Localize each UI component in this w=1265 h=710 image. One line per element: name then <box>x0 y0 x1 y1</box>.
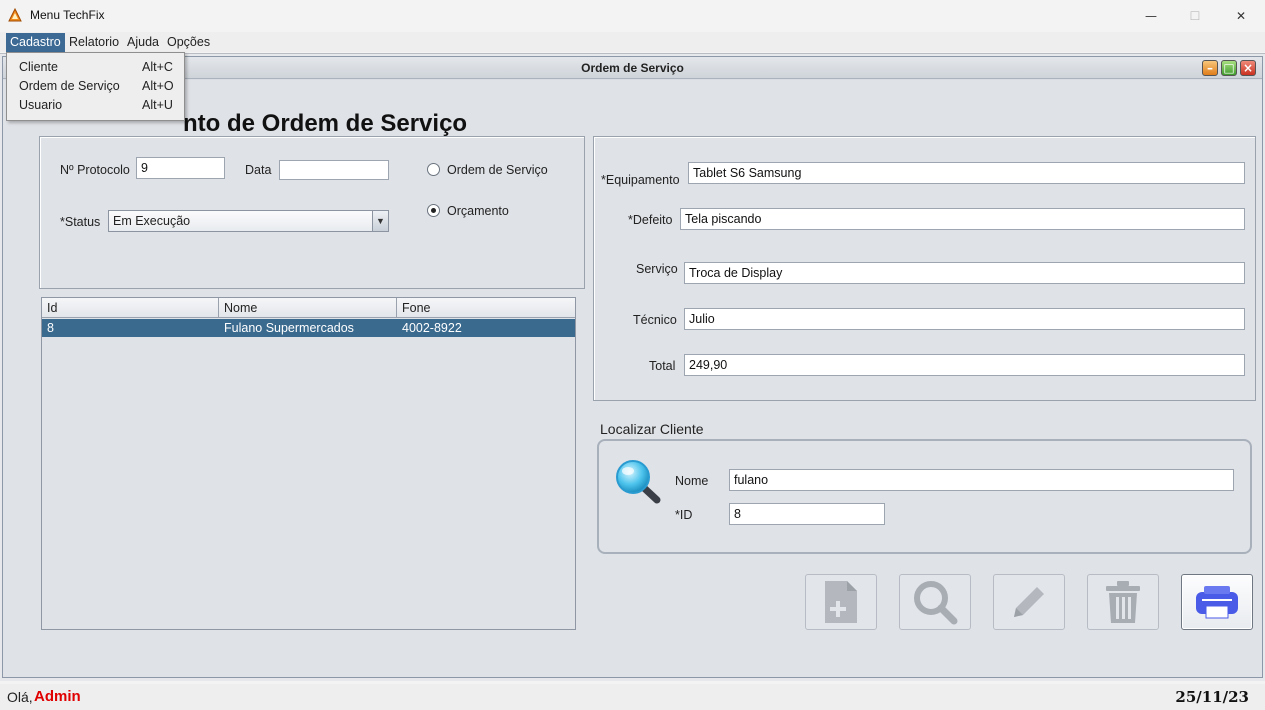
protocol-label: Nº Protocolo <box>60 163 130 177</box>
menu-item-ordem-servico[interactable]: Ordem de Serviço Alt+O <box>7 77 184 96</box>
magnifier-icon <box>616 460 661 504</box>
menu-opcoes[interactable]: Opções <box>163 33 214 52</box>
column-header-id[interactable]: Id <box>42 298 219 318</box>
menu-item-ordem-servico-shortcut: Alt+O <box>142 79 174 93</box>
internal-frame-title: Ordem de Serviço <box>581 61 684 75</box>
internal-frame-ordem-servico: Ordem de Serviço – □ × nto de Ordem de S… <box>2 56 1263 678</box>
search-group-title: Localizar Cliente <box>600 421 704 437</box>
menu-item-cliente-label: Cliente <box>19 60 58 74</box>
frame-minimize-icon: – <box>1207 61 1213 75</box>
frame-maximize-icon: □ <box>1223 61 1235 75</box>
column-header-nome[interactable]: Nome <box>219 298 397 318</box>
tecnico-label: Técnico <box>633 313 677 327</box>
column-header-fone[interactable]: Fone <box>397 298 575 318</box>
defeito-field[interactable]: Tela piscando <box>680 208 1245 230</box>
status-value: Em Execução <box>113 214 191 228</box>
logged-user-name: Admin <box>34 688 81 705</box>
menu-relatorio[interactable]: Relatorio <box>65 33 123 52</box>
table-row[interactable]: 8 Fulano Supermercados 4002-8922 <box>42 319 575 337</box>
minimize-icon: — <box>1145 9 1157 23</box>
frame-close-icon: × <box>1242 61 1254 75</box>
search-icon <box>914 581 958 625</box>
tecnico-field[interactable]: Julio <box>684 308 1245 330</box>
trash-icon <box>1106 581 1140 623</box>
frame-iconify-button[interactable]: – <box>1202 60 1218 76</box>
minimize-button[interactable]: — <box>1128 0 1174 32</box>
search-nome-field[interactable]: fulano <box>729 469 1234 491</box>
search-order-button[interactable] <box>899 574 971 630</box>
search-nome-label: Nome <box>675 474 709 488</box>
order-info-panel: Nº Protocolo 9 Data Ordem de Serviço Orç… <box>39 136 585 289</box>
menubar: Cadastro Relatorio Ajuda Opções <box>0 32 1265 52</box>
date-field[interactable] <box>279 160 389 180</box>
servico-field[interactable]: Troca de Display <box>684 262 1245 284</box>
close-button[interactable]: ✕ <box>1218 0 1264 32</box>
internal-frame-body: nto de Ordem de Serviço Nº Protocolo 9 D… <box>3 80 1262 677</box>
menu-ajuda[interactable]: Ajuda <box>123 33 163 52</box>
frame-maximize-button[interactable]: □ <box>1221 60 1237 76</box>
date-label: Data <box>245 163 272 177</box>
printer-icon <box>1196 586 1238 619</box>
cell-nome: Fulano Supermercados <box>224 321 354 335</box>
servico-label: Serviço <box>636 262 678 276</box>
cadastro-dropdown-menu: Cliente Alt+C Ordem de Serviço Alt+O Usu… <box>6 52 185 121</box>
menu-item-cliente-shortcut: Alt+C <box>142 60 173 74</box>
search-group-box: Nome fulano *ID 8 <box>597 439 1252 554</box>
greeting-text: Olá, <box>7 689 33 705</box>
protocol-field[interactable]: 9 <box>136 157 225 179</box>
edit-pencil-icon <box>1014 587 1044 617</box>
total-label: Total <box>649 359 676 373</box>
status-combobox[interactable]: Em Execução ▼ <box>108 210 389 232</box>
window-titlebar: Menu TechFix — ☐ ✕ <box>0 0 1265 32</box>
radio-ordem-servico-label: Ordem de Serviço <box>447 163 548 177</box>
search-id-label: *ID <box>675 508 693 522</box>
menu-item-ordem-servico-label: Ordem de Serviço <box>19 79 120 93</box>
equipamento-label: *Equipamento <box>601 173 680 187</box>
window-title: Menu TechFix <box>30 8 105 22</box>
edit-order-button[interactable] <box>993 574 1065 630</box>
menu-item-usuario-shortcut: Alt+U <box>142 98 173 112</box>
maximize-icon: ☐ <box>1189 9 1201 23</box>
maximize-button[interactable]: ☐ <box>1172 0 1218 32</box>
total-field[interactable]: 249,90 <box>684 354 1245 376</box>
chevron-down-icon[interactable]: ▼ <box>372 211 388 231</box>
print-order-button[interactable] <box>1181 574 1253 630</box>
menu-item-cliente[interactable]: Cliente Alt+C <box>7 58 184 77</box>
page-heading: nto de Ordem de Serviço <box>183 110 468 137</box>
radio-orcamento[interactable] <box>427 204 440 217</box>
equipamento-field[interactable]: Tablet S6 Samsung <box>688 162 1245 184</box>
client-table: Id Nome Fone 8 Fulano Supermercados 4002… <box>41 297 576 630</box>
status-bar: Olá, Admin 25/11/23 <box>0 684 1265 710</box>
menu-item-usuario[interactable]: Usuario Alt+U <box>7 96 184 115</box>
radio-orcamento-label: Orçamento <box>447 204 509 218</box>
radio-ordem-servico[interactable] <box>427 163 440 176</box>
add-document-icon <box>825 581 857 623</box>
close-icon: ✕ <box>1235 9 1247 23</box>
current-date: 25/11/23 <box>1175 688 1249 706</box>
app-logo-icon <box>8 8 22 22</box>
status-label: *Status <box>60 215 101 229</box>
cell-fone: 4002-8922 <box>402 321 462 335</box>
equipment-panel: *Equipamento Tablet S6 Samsung *Defeito … <box>593 136 1256 401</box>
search-id-field[interactable]: 8 <box>729 503 885 525</box>
menu-cadastro[interactable]: Cadastro <box>6 33 65 52</box>
frame-close-button[interactable]: × <box>1240 60 1256 76</box>
menu-item-usuario-label: Usuario <box>19 98 63 112</box>
add-order-button[interactable] <box>805 574 877 630</box>
internal-frame-titlebar: Ordem de Serviço – □ × <box>3 57 1262 79</box>
table-header: Id Nome Fone <box>42 298 575 318</box>
delete-order-button[interactable] <box>1087 574 1159 630</box>
defeito-label: *Defeito <box>628 213 673 227</box>
cell-id: 8 <box>47 321 54 335</box>
